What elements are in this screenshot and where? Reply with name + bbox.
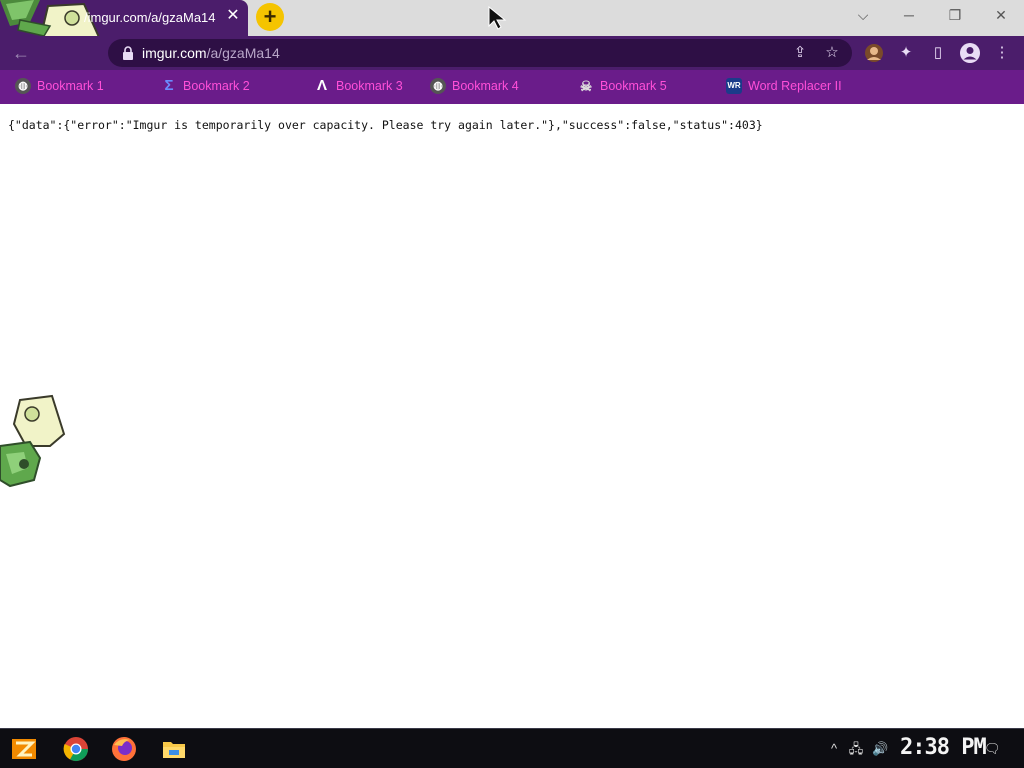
back-button[interactable]: ←	[8, 40, 34, 66]
page-content: {"data":{"error":"Imgur is temporarily o…	[0, 104, 1024, 728]
new-tab-button[interactable]: +	[256, 3, 284, 31]
tray-chevron-icon[interactable]: ^	[826, 741, 842, 757]
bookmark-label: Bookmark 4	[452, 79, 519, 93]
globe-icon: ◍	[15, 78, 31, 94]
volume-icon[interactable]: 🔊	[872, 741, 888, 757]
bookmark-label: Bookmark 5	[600, 79, 667, 93]
close-tab-icon[interactable]: ✕	[224, 7, 242, 25]
tab-title: /imgur.com/a/gzaMa14	[84, 10, 216, 25]
chrome-icon[interactable]	[62, 735, 90, 763]
restore-button[interactable]: ❐	[932, 0, 978, 30]
clock[interactable]: 2:38 PM	[900, 735, 987, 760]
close-window-button[interactable]: ✕	[978, 0, 1024, 30]
profile-extension-icon[interactable]	[863, 42, 885, 64]
bookmark-label: Word Replacer II	[748, 79, 842, 93]
address-bar[interactable]: imgur.com/a/gzaMa14 ⇪ ☆	[108, 39, 852, 67]
account-icon[interactable]	[959, 42, 981, 64]
menu-icon[interactable]: ⋮	[991, 42, 1013, 64]
lock-icon	[123, 46, 133, 60]
firefox-icon[interactable]	[110, 735, 138, 763]
bookmark-label: Bookmark 3	[336, 79, 403, 93]
lambda-icon: Λ	[316, 77, 327, 94]
tab-search-icon[interactable]: ⌵	[840, 0, 886, 30]
character-sticker-left	[0, 394, 66, 488]
ghost-icon: ☠	[579, 78, 593, 94]
bookmark-label: Bookmark 2	[183, 79, 250, 93]
share-icon[interactable]: ⇪	[790, 43, 810, 63]
globe-icon: ◍	[430, 78, 446, 94]
side-panel-icon[interactable]: ▯	[927, 42, 949, 64]
network-icon[interactable]: 🖧	[848, 741, 864, 757]
start-icon[interactable]	[10, 735, 38, 763]
notification-icon[interactable]: 🗨	[984, 741, 1001, 757]
browser-toolbar: ← imgur.com/a/gzaMa14 ⇪ ☆ ✦ ▯ ⋮	[0, 36, 1024, 70]
active-tab[interactable]: /imgur.com/a/gzaMa14 ✕	[0, 0, 248, 64]
bookmarks-bar: ◍ Bookmark 1 Σ Bookmark 2 Λ Bookmark 3 ◍…	[0, 70, 1024, 104]
url-path: /a/gzaMa14	[206, 45, 280, 61]
json-error-text: {"data":{"error":"Imgur is temporarily o…	[8, 118, 763, 132]
url-text: imgur.com/a/gzaMa14	[142, 45, 280, 61]
url-host: imgur.com	[142, 45, 207, 61]
taskbar: ^ 🖧 🔊 2:38 PM 🗨	[0, 728, 1024, 768]
extensions-icon[interactable]: ✦	[895, 42, 917, 64]
minimize-button[interactable]: ─	[886, 0, 932, 30]
title-bar: /imgur.com/a/gzaMa14 ✕ + ⌵ ─ ❐ ✕	[0, 0, 1024, 64]
bracket-icon: Σ	[164, 77, 174, 94]
mouse-cursor	[488, 6, 507, 30]
screen: /imgur.com/a/gzaMa14 ✕ + ⌵ ─ ❐ ✕ ← imgur…	[0, 0, 1024, 768]
bookmark-star-icon[interactable]: ☆	[822, 43, 842, 63]
bookmark-label: Bookmark 1	[37, 79, 104, 93]
file-explorer-icon[interactable]	[160, 735, 188, 763]
wr-icon: WR	[726, 78, 742, 94]
